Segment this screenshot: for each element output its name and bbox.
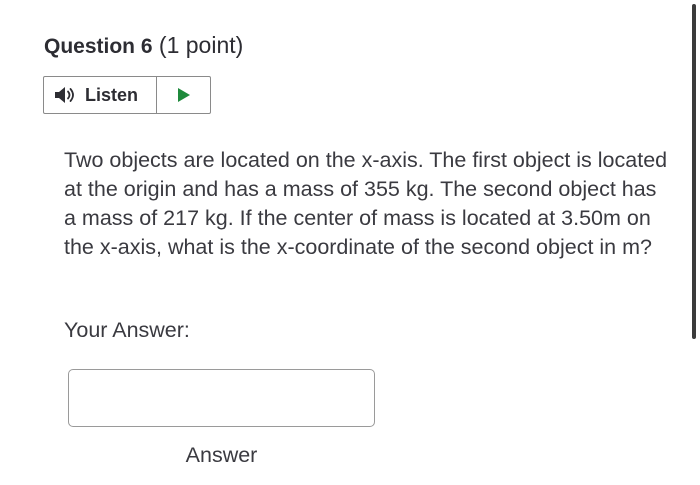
question-number: Question 6 — [44, 35, 153, 58]
question-text: Two objects are located on the x-axis. T… — [64, 148, 668, 259]
speaker-icon — [54, 86, 78, 104]
play-icon — [176, 86, 192, 104]
listen-button[interactable]: Listen — [44, 77, 157, 113]
listen-label: Listen — [85, 84, 139, 105]
your-answer-label: Your Answer: — [64, 318, 190, 342]
listen-widget: Listen — [43, 76, 211, 114]
answer-caption: Answer — [185, 443, 258, 467]
play-button[interactable] — [157, 77, 210, 113]
scrollbar[interactable] — [692, 4, 696, 339]
question-header: Question 6 (1 point) — [44, 30, 243, 62]
answer-input[interactable] — [68, 369, 375, 427]
question-points: (1 point) — [158, 32, 244, 58]
